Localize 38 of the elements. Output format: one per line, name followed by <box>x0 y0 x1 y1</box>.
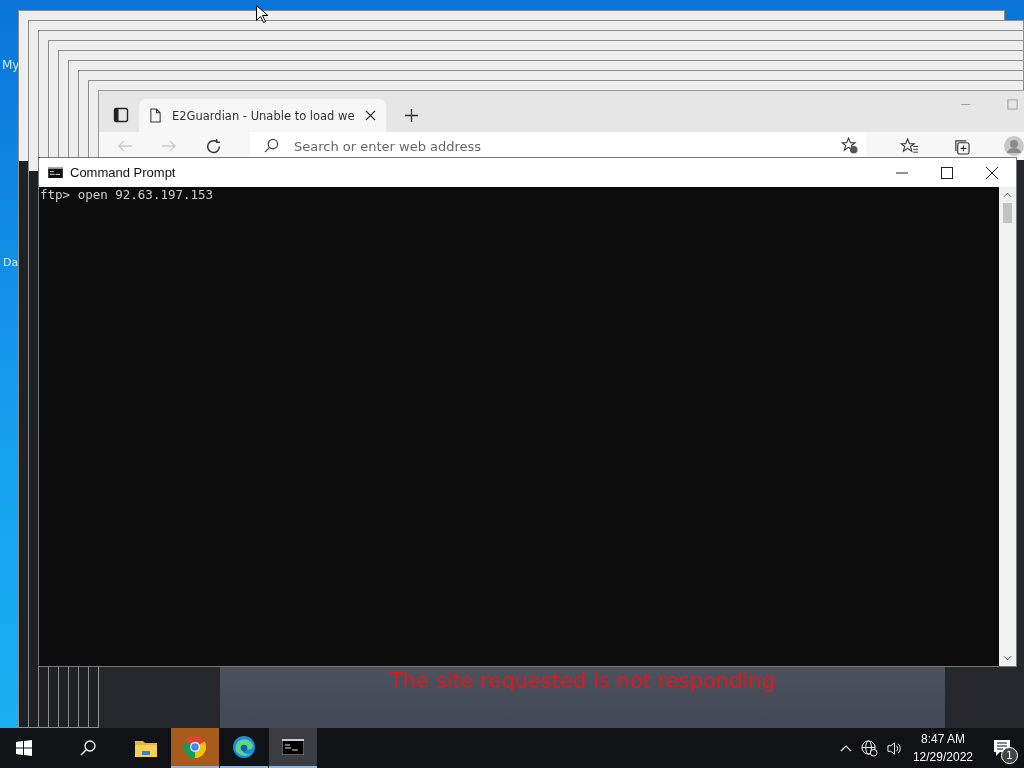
collections-icon[interactable] <box>953 137 970 155</box>
windows-logo-icon[interactable] <box>16 740 32 756</box>
tab-actions-icon[interactable] <box>113 107 129 123</box>
scroll-down-icon[interactable] <box>1003 655 1012 661</box>
refresh-icon[interactable] <box>205 137 222 155</box>
address-field[interactable]: Search or enter web address <box>250 132 866 160</box>
desktop-icon-label[interactable]: My <box>2 58 20 72</box>
chrome-icon <box>184 736 206 758</box>
speaker-icon[interactable] <box>886 740 902 756</box>
console-icon <box>282 739 304 755</box>
edge-icon <box>233 736 255 758</box>
close-icon[interactable] <box>364 110 376 121</box>
chevron-up-icon[interactable] <box>839 744 852 752</box>
error-message: The site requested is not responding <box>390 669 775 695</box>
clock-date[interactable]: 12/29/2022 <box>912 748 973 766</box>
search-icon[interactable] <box>80 740 96 756</box>
scrollbar-thumb[interactable] <box>1003 203 1012 223</box>
clock-time[interactable]: 8:47 AM <box>920 730 965 748</box>
taskbar-app[interactable] <box>269 728 317 768</box>
browser-tab[interactable]: E2Guardian - Unable to load we <box>139 99 386 132</box>
page-icon <box>149 108 162 123</box>
notification-badge: 1 <box>1001 747 1018 764</box>
globe-icon[interactable] <box>860 739 878 757</box>
cursor-icon <box>256 5 268 23</box>
folder-icon <box>135 739 157 757</box>
profile-icon[interactable] <box>1004 136 1024 156</box>
console-line: ftp> open 92.63.197.153 <box>40 187 215 203</box>
close-icon[interactable] <box>986 166 998 179</box>
new-tab-icon[interactable] <box>403 108 419 123</box>
maximize-icon[interactable] <box>941 166 953 179</box>
scrollbar[interactable] <box>999 187 1016 666</box>
console-icon <box>48 167 63 178</box>
search-icon <box>264 138 279 153</box>
add-favorite-icon[interactable] <box>841 137 858 154</box>
tab-title: E2Guardian - Unable to load we <box>172 108 355 123</box>
favorites-icon[interactable] <box>900 137 919 155</box>
scroll-up-icon[interactable] <box>1003 192 1012 198</box>
window-title: Command Prompt <box>70 165 176 180</box>
